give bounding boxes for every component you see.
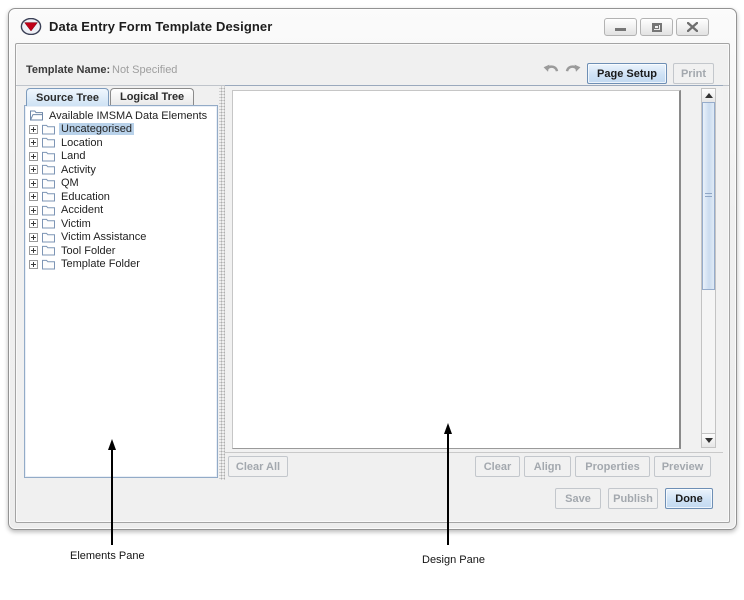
folder-icon (42, 205, 55, 216)
redo-button[interactable] (563, 62, 581, 79)
scrollbar-grip-icon (705, 193, 712, 198)
tree-item-label: Land (59, 150, 87, 162)
page-setup-button[interactable]: Page Setup (587, 63, 667, 84)
expand-plus-icon[interactable] (29, 125, 38, 134)
tree-tabs: Source Tree Logical Tree (26, 88, 195, 106)
tree-item-label: Uncategorised (59, 123, 134, 135)
save-button[interactable]: Save (555, 488, 601, 509)
tree-item-activity[interactable]: Activity (25, 163, 217, 177)
tree-item-label: Victim (59, 218, 93, 230)
design-toolbar-right: Clear Align Properties Preview (475, 456, 711, 477)
maximize-icon (652, 23, 662, 32)
scroll-down-button[interactable] (702, 433, 715, 447)
redo-arrow-icon (564, 63, 581, 79)
design-pane: Clear All Clear Align Properties Preview (225, 85, 723, 480)
window-controls (604, 18, 709, 36)
tree-item-label: QM (59, 177, 81, 189)
elements-pane: Available IMSMA Data Elements Uncategori… (24, 105, 218, 478)
close-button[interactable] (676, 18, 709, 36)
folder-icon (42, 178, 55, 189)
tree-item-label: Accident (59, 204, 105, 216)
align-button[interactable]: Align (524, 456, 571, 477)
window-title: Data Entry Form Template Designer (49, 19, 272, 34)
properties-button[interactable]: Properties (575, 456, 650, 477)
footer-toolbar: Save Publish Done (16, 488, 713, 509)
history-toolbar (542, 62, 581, 79)
tree-item-label: Location (59, 137, 105, 149)
elements-pane-annotation: Elements Pane (70, 550, 145, 562)
expand-plus-icon[interactable] (29, 152, 38, 161)
expand-plus-icon[interactable] (29, 246, 38, 255)
expand-plus-icon[interactable] (29, 219, 38, 228)
tree-item-label: Tool Folder (59, 245, 117, 257)
tree-item-land[interactable]: Land (25, 150, 217, 164)
done-button[interactable]: Done (665, 488, 713, 509)
elements-pane-arrow-line (111, 449, 113, 545)
folder-icon (42, 151, 55, 162)
expand-plus-icon[interactable] (29, 233, 38, 242)
main-panel: Template Name: Not Specified Page Setup … (15, 43, 730, 523)
tree-item-label: Activity (59, 164, 98, 176)
tree-item-template-folder[interactable]: Template Folder (25, 258, 217, 272)
tab-logical-tree[interactable]: Logical Tree (110, 88, 194, 105)
tree-item-label: Template Folder (59, 258, 142, 270)
app-window: Data Entry Form Template Designer Templa… (8, 8, 737, 530)
triangle-down-icon (705, 438, 713, 443)
triangle-up-icon (705, 93, 713, 98)
tab-source-tree[interactable]: Source Tree (26, 88, 109, 106)
preview-button[interactable]: Preview (654, 456, 711, 477)
tree-root-row[interactable]: Available IMSMA Data Elements (25, 109, 217, 123)
title-bar[interactable]: Data Entry Form Template Designer (9, 9, 736, 43)
undo-arrow-icon (543, 63, 560, 79)
folder-icon (42, 245, 55, 256)
tree-item-label: Education (59, 191, 112, 203)
expand-plus-icon[interactable] (29, 206, 38, 215)
page: { "window": { "title": "Data Entry Form … (0, 0, 744, 600)
folder-icon (42, 164, 55, 175)
tree-item-accident[interactable]: Accident (25, 204, 217, 218)
scrollbar-thumb[interactable] (702, 102, 715, 290)
folder-icon (42, 232, 55, 243)
scroll-up-button[interactable] (702, 89, 715, 103)
design-pane-arrow-line (447, 433, 449, 545)
expand-plus-icon[interactable] (29, 260, 38, 269)
template-name-value: Not Specified (112, 64, 177, 76)
folder-icon (42, 218, 55, 229)
clear-button[interactable]: Clear (475, 456, 520, 477)
tree-item-location[interactable]: Location (25, 136, 217, 150)
design-toolbar: Clear All Clear Align Properties Preview (225, 452, 723, 481)
design-canvas[interactable] (232, 90, 681, 449)
tree-item-victim[interactable]: Victim (25, 217, 217, 231)
tree-item-uncategorised[interactable]: Uncategorised (25, 123, 217, 137)
tree-item-label: Victim Assistance (59, 231, 148, 243)
expand-plus-icon[interactable] (29, 138, 38, 147)
open-folder-icon (30, 110, 43, 121)
tree-item-victim-assistance[interactable]: Victim Assistance (25, 231, 217, 245)
undo-button[interactable] (542, 62, 560, 79)
clear-all-button[interactable]: Clear All (228, 456, 288, 477)
folder-icon (42, 124, 55, 135)
folder-icon (42, 137, 55, 148)
maximize-button[interactable] (640, 18, 673, 36)
expand-plus-icon[interactable] (29, 192, 38, 201)
minimize-icon (615, 28, 626, 31)
close-icon (687, 22, 698, 32)
design-scrollbar[interactable] (701, 88, 716, 448)
design-pane-annotation: Design Pane (422, 554, 485, 566)
publish-button[interactable]: Publish (608, 488, 658, 509)
minimize-button[interactable] (604, 18, 637, 36)
imsma-logo-icon (20, 18, 42, 35)
tree-item-qm[interactable]: QM (25, 177, 217, 191)
tree-root-label: Available IMSMA Data Elements (47, 110, 209, 122)
expand-plus-icon[interactable] (29, 179, 38, 188)
tree-item-education[interactable]: Education (25, 190, 217, 204)
folder-icon (42, 259, 55, 270)
expand-plus-icon[interactable] (29, 165, 38, 174)
folder-icon (42, 191, 55, 202)
tree-item-tool-folder[interactable]: Tool Folder (25, 244, 217, 258)
template-name-label: Template Name: (26, 64, 110, 76)
print-button[interactable]: Print (673, 63, 714, 84)
